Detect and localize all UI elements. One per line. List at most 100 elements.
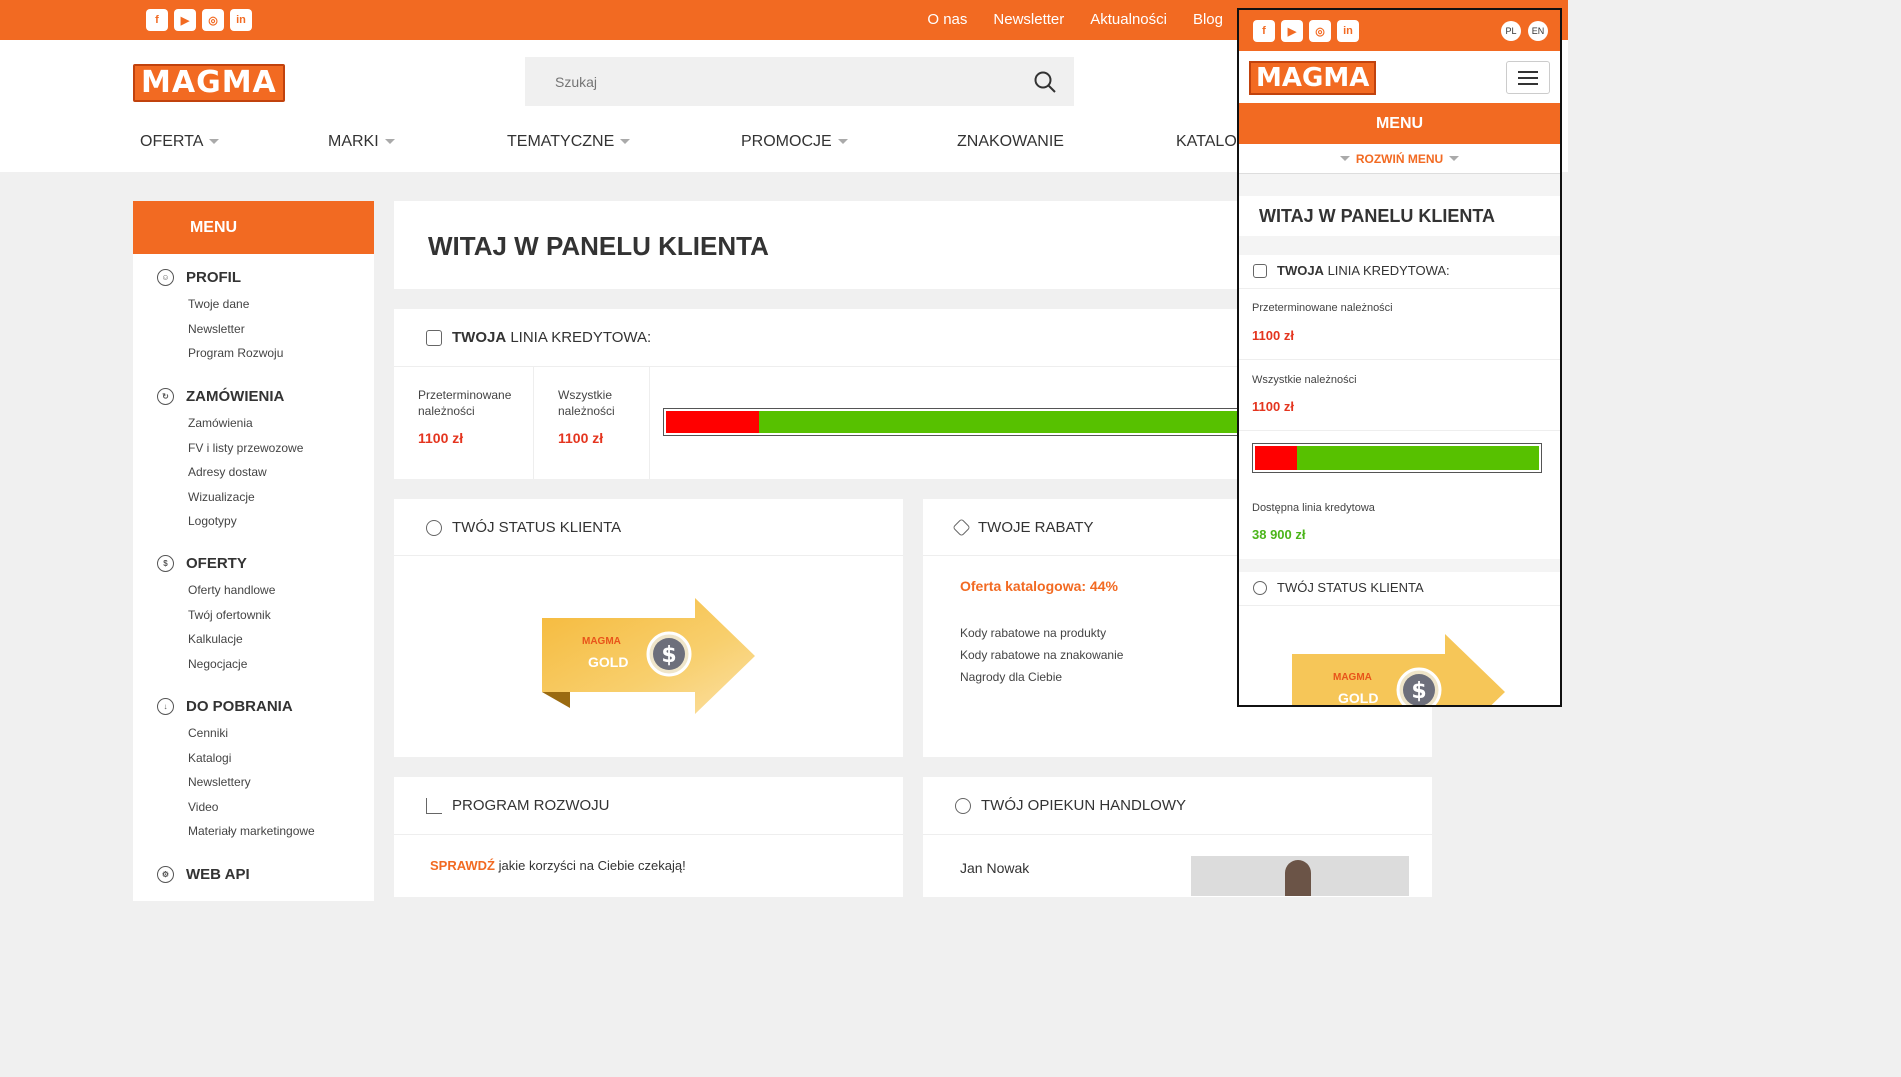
- sidebar-item-offer-builder[interactable]: Twój ofertownik: [188, 603, 275, 628]
- mobile-overdue-label: Przeterminowane należności: [1252, 302, 1393, 314]
- logo[interactable]: MAGMA: [133, 64, 285, 102]
- nav-thematic-label: TEMATYCZNE: [507, 133, 615, 150]
- link-blog[interactable]: Blog: [1193, 11, 1223, 28]
- credit-title-bold: TWOJA: [452, 329, 507, 346]
- badge-icon: [426, 519, 442, 536]
- divider: [394, 555, 903, 556]
- advisor-heading: TWÓJ OPIEKUN HANDLOWY: [955, 797, 1186, 814]
- program-title: PROGRAM ROZWOJU: [452, 797, 610, 814]
- divider: [1239, 359, 1560, 360]
- section-orders-heading[interactable]: ↻ ZAMÓWIENIA: [157, 388, 303, 405]
- sidebar-item-trade-offers[interactable]: Oferty handlowe: [188, 578, 275, 603]
- section-profile: ☺ PROFIL Twoje dane Newsletter Program Ro…: [157, 269, 283, 366]
- sidebar-item-your-data[interactable]: Twoje dane: [188, 292, 283, 317]
- section-profile-heading[interactable]: ☺ PROFIL: [157, 269, 283, 286]
- offers-icon: $: [157, 555, 174, 572]
- sidebar-item-logos[interactable]: Logotypy: [188, 509, 303, 534]
- lang-en[interactable]: EN: [1528, 21, 1548, 41]
- sidebar-item-calculations[interactable]: Kalkulacje: [188, 627, 275, 652]
- section-offers-heading[interactable]: $ OFERTY: [157, 555, 275, 572]
- program-cta-link[interactable]: SPRAWDŹ: [430, 858, 495, 873]
- sidebar-item-catalogs[interactable]: Katalogi: [188, 746, 315, 771]
- sidebar-item-addresses[interactable]: Adresy dostaw: [188, 460, 303, 485]
- nav-catalogs[interactable]: KATALO: [1176, 133, 1237, 151]
- sidebar-item-visualizations[interactable]: Wizualizacje: [188, 485, 303, 510]
- instagram-icon[interactable]: ◎: [202, 9, 224, 31]
- lang-pl[interactable]: PL: [1501, 21, 1521, 41]
- sidebar-item-video[interactable]: Video: [188, 795, 315, 820]
- credit-heading: TWOJA LINIA KREDYTOWA:: [426, 329, 651, 346]
- overdue-value: 1100 zł: [418, 430, 464, 446]
- mobile-status-card: TWÓJ STATUS KLIENTA $ MAGMA GOLD: [1239, 572, 1560, 706]
- sidebar-item-negotiations[interactable]: Negocjacje: [188, 652, 275, 677]
- nav-branding[interactable]: ZNAKOWANIE: [957, 133, 1064, 151]
- mobile-page-title: WITAJ W PANELU KLIENTA: [1239, 196, 1560, 236]
- sidebar-item-program[interactable]: Program Rozwoju: [188, 341, 283, 366]
- section-downloads-heading[interactable]: ↓ DO POBRANIA: [157, 698, 315, 715]
- linkedin-icon[interactable]: in: [230, 9, 252, 31]
- section-downloads: ↓ DO POBRANIA Cenniki Katalogi Newsletter…: [157, 698, 315, 844]
- discount-link-rewards[interactable]: Nagrody dla Ciebie: [960, 666, 1123, 688]
- instagram-icon[interactable]: ◎: [1309, 20, 1331, 42]
- discount-link-branding[interactable]: Kody rabatowe na znakowanie: [960, 644, 1123, 666]
- download-icon: ↓: [157, 698, 174, 715]
- discount-link-products[interactable]: Kody rabatowe na produkty: [960, 622, 1123, 644]
- credit-used-fill: [1255, 446, 1297, 470]
- credit-card: TWOJA LINIA KREDYTOWA: Przeterminowane n…: [394, 309, 1263, 479]
- badge-label: GOLD: [588, 654, 629, 670]
- badge-label: GOLD: [1338, 690, 1379, 706]
- divider: [649, 367, 650, 479]
- overdue-label: Przeterminowane należności: [418, 388, 512, 418]
- mobile-credit-card: TWOJA LINIA KREDYTOWA: Przeterminowane n…: [1239, 255, 1560, 559]
- mobile-top-bar: f ▶ ◎ in PL EN: [1239, 10, 1560, 51]
- facebook-icon[interactable]: f: [1253, 20, 1275, 42]
- youtube-icon[interactable]: ▶: [174, 9, 196, 31]
- status-title: TWÓJ STATUS KLIENTA: [452, 519, 622, 536]
- youtube-icon[interactable]: ▶: [1281, 20, 1303, 42]
- nav-thematic[interactable]: TEMATYCZNE: [507, 133, 631, 151]
- nav-brands[interactable]: MARKI: [328, 133, 395, 151]
- link-about[interactable]: O nas: [927, 11, 967, 28]
- nav-offer[interactable]: OFERTA: [140, 133, 220, 151]
- sidebar-item-newsletters[interactable]: Newslettery: [188, 770, 315, 795]
- social-links: f ▶ ◎ in: [146, 9, 252, 31]
- advisor-avatar: [1285, 860, 1311, 896]
- chevron-down-icon: [1449, 156, 1460, 161]
- section-title: OFERTY: [186, 555, 247, 572]
- sidebar-item-newsletter[interactable]: Newsletter: [188, 317, 283, 342]
- sidebar-item-invoices[interactable]: FV i listy przewozowe: [188, 436, 303, 461]
- language-switcher: PL EN: [1501, 21, 1548, 41]
- program-heading: PROGRAM ROZWOJU: [426, 797, 610, 814]
- section-webapi-heading[interactable]: ⚙ WEB API: [157, 866, 250, 883]
- user-icon: ☺: [157, 269, 174, 286]
- mobile-logo[interactable]: MAGMA: [1249, 61, 1377, 95]
- divider: [394, 366, 1254, 367]
- divider: [1239, 430, 1560, 431]
- hamburger-menu-button[interactable]: [1506, 61, 1550, 94]
- section-title: WEB API: [186, 866, 250, 883]
- wallet-icon: [1253, 263, 1267, 278]
- mobile-status-heading: TWÓJ STATUS KLIENTA: [1253, 580, 1424, 595]
- link-news[interactable]: Aktualności: [1090, 11, 1167, 28]
- badge-logo: MAGMA: [582, 636, 621, 647]
- dollar-icon: $: [661, 643, 676, 668]
- expand-menu-button[interactable]: ROZWIŃ MENU: [1239, 144, 1560, 174]
- status-heading: TWÓJ STATUS KLIENTA: [426, 519, 621, 536]
- linkedin-icon[interactable]: in: [1337, 20, 1359, 42]
- link-newsletter[interactable]: Newsletter: [993, 11, 1064, 28]
- sidebar-item-orders[interactable]: Zamówienia: [188, 411, 303, 436]
- nav-brands-label: MARKI: [328, 133, 379, 150]
- chart-icon: [426, 797, 442, 814]
- search-input[interactable]: [525, 57, 1074, 106]
- mobile-all-value: 1100 zł: [1252, 399, 1294, 414]
- sidebar-item-marketing[interactable]: Materiały marketingowe: [188, 819, 315, 844]
- section-title: DO POBRANIA: [186, 698, 293, 715]
- nav-promotions[interactable]: PROMOCJE: [741, 133, 848, 151]
- section-orders: ↻ ZAMÓWIENIA Zamówienia FV i listy przewo…: [157, 388, 303, 534]
- search-icon[interactable]: [1034, 71, 1056, 93]
- program-cta-text: jakie korzyści na Ciebie czekają!: [495, 858, 686, 873]
- section-title: PROFIL: [186, 269, 241, 286]
- sidebar-item-pricelists[interactable]: Cenniki: [188, 721, 315, 746]
- orders-icon: ↻: [157, 388, 174, 405]
- facebook-icon[interactable]: f: [146, 9, 168, 31]
